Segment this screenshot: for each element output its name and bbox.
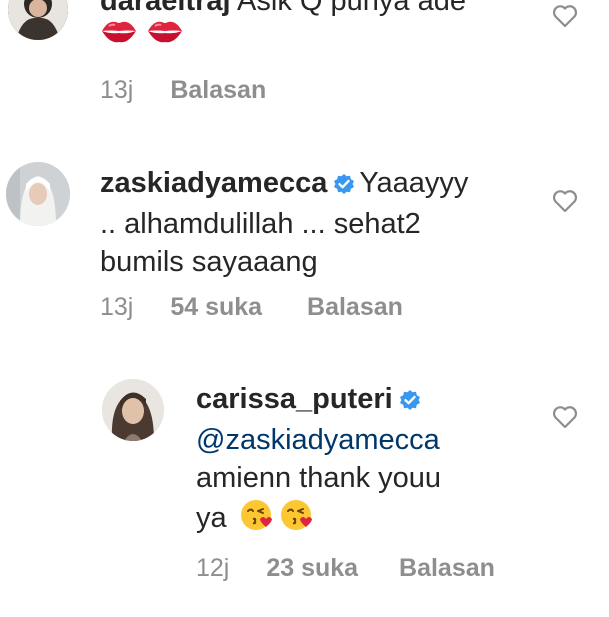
comment-body: Asik Q punya ade <box>237 0 466 17</box>
mention-link[interactable]: @zaskiadyamecca <box>196 421 536 459</box>
avatar[interactable] <box>6 162 70 226</box>
username[interactable]: carissa_puteri <box>196 383 393 415</box>
comment-body-line1: Yaaayyy <box>359 167 469 199</box>
like-heart-icon[interactable] <box>552 4 578 33</box>
emoji-row <box>100 14 188 53</box>
username[interactable]: zaskiadyamecca <box>100 167 327 199</box>
reply-button[interactable]: Balasan <box>307 293 403 322</box>
comment-body-line2: .. alhamdulillah ... sehat2 <box>100 208 421 240</box>
kiss-mark-icon <box>146 14 184 53</box>
comment-text: zaskiadyamecca Yaaayyy .. alhamdulillah … <box>100 164 540 281</box>
like-heart-icon[interactable] <box>552 405 578 434</box>
likes-count[interactable]: 54 suka <box>170 293 262 322</box>
timestamp: 12j <box>196 554 230 582</box>
comment-meta: 13j Balasan <box>100 76 266 105</box>
comment-body-line3: bumils sayaaang <box>100 246 318 278</box>
avatar[interactable] <box>102 379 164 441</box>
reply-button[interactable]: Balasan <box>399 554 495 583</box>
comment-body-line1: amienn thank youu <box>196 462 442 494</box>
verified-badge-icon <box>333 167 355 205</box>
comment-meta: 12j 23 suka Balasan <box>196 554 495 583</box>
comment-body-line2: ya <box>196 502 227 534</box>
timestamp: 13j <box>100 76 134 104</box>
kiss-mark-icon <box>100 14 138 53</box>
comment-meta: 13j 54 suka Balasan <box>100 293 403 322</box>
avatar[interactable] <box>8 0 68 40</box>
face-blowing-kiss-icon <box>239 497 275 543</box>
comment-text: carissa_puteri @zaskiadyamecca amienn th… <box>196 380 536 543</box>
likes-count[interactable]: 23 suka <box>266 554 358 583</box>
timestamp: 13j <box>100 293 134 321</box>
like-heart-icon[interactable] <box>552 189 578 218</box>
reply-button[interactable]: Balasan <box>170 76 266 105</box>
verified-badge-icon <box>399 383 421 421</box>
face-blowing-kiss-icon <box>279 497 315 543</box>
